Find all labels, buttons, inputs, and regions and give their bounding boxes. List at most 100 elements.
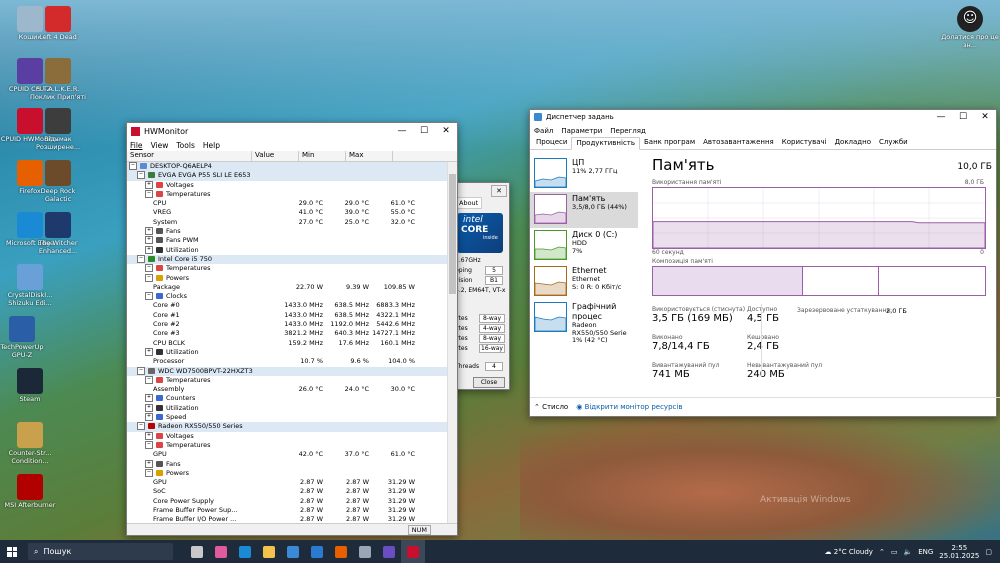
device-row[interactable]: − Intel Core i5 750 [127,254,447,265]
sensor-row[interactable]: System 27.0 °C 25.0 °C 32.0 °C [127,218,447,227]
desktop-icon-donate[interactable]: ☺ Долатися про це зн... [940,6,1000,49]
column-max[interactable]: Max [346,151,393,161]
sensor-row[interactable]: − Temperatures [127,440,447,450]
sensor-row[interactable]: + Counters [127,394,447,403]
tab[interactable]: Банк програм [640,137,699,149]
expand-toggle-icon[interactable]: − [145,440,153,449]
open-resource-monitor-link[interactable]: ◉ Відкрити монітор ресурсів [576,403,682,411]
expand-toggle-icon[interactable]: − [145,189,153,198]
sensor-row[interactable]: − Temperatures [127,264,447,273]
taskbar-app[interactable] [353,540,377,563]
maximize-button[interactable]: ☐ [413,123,435,139]
task-manager-window[interactable]: Диспетчер задань — ☐ ✕ Файл Параметри Пере… [529,109,1000,417]
taskbar-search[interactable]: ⌕ Пошук [28,543,173,560]
desktop-icon[interactable]: MSI Afterburner [0,474,60,510]
desktop-icon[interactable]: TechPowerUp GPU-Z [0,316,52,359]
close-button[interactable]: ✕ [435,123,457,139]
desktop-icon[interactable]: Counter-Str... Condition... [0,422,60,465]
expand-toggle-icon[interactable]: − [129,162,137,170]
taskmgr-titlebar[interactable]: Диспетчер задань — ☐ ✕ [530,110,996,124]
column-sensor[interactable]: Sensor [127,151,252,161]
sensor-row[interactable]: Package 22.70 W 9.39 W 109.85 W [127,283,447,292]
show-hidden-icons-button[interactable]: ⌃ [879,548,885,556]
tab[interactable]: Процеси [532,137,571,149]
volume-icon[interactable]: 🔈 [903,548,912,556]
column-min[interactable]: Min [299,151,346,161]
tab[interactable]: Докладно [831,137,875,149]
device-row[interactable]: − Radeon RX550/550 Series [127,422,447,432]
hwmonitor-window[interactable]: HWMonitor — ☐ ✕ File View Tools Help Sensor… [126,122,458,536]
sensor-row[interactable]: + Utilization [127,347,447,357]
expand-toggle-icon[interactable]: + [145,236,153,245]
menu-item[interactable]: Параметри [561,127,602,135]
sensor-row[interactable]: CPU BCLK 159.2 MHz 17.6 MHz 160.1 MHz [127,339,447,348]
expand-toggle-icon[interactable]: + [145,394,153,403]
expand-toggle-icon[interactable]: − [137,171,145,180]
tab[interactable]: Служби [875,137,912,149]
desktop-icon[interactable]: S.T.A.L.K.E.R. Поклик Прип'яті [28,58,88,101]
resource-item[interactable]: ЦП 11% 2,77 ГГц [530,156,638,192]
resource-item[interactable]: Диск 0 (C:) HDD 7% [530,228,638,264]
expand-toggle-icon[interactable]: + [145,459,153,468]
expand-toggle-icon[interactable]: − [145,468,153,477]
expand-toggle-icon[interactable]: + [145,403,153,412]
sensor-row[interactable]: Assembly 26.0 °C 24.0 °C 30.0 °C [127,385,447,394]
expand-toggle-icon[interactable]: − [145,273,153,282]
desktop-icon[interactable]: Steam [0,368,60,404]
sensor-tree[interactable]: − DESKTOP-Q6AELP4 − EVGA EVGA P55 SLI LE E… [127,162,447,524]
taskbar-app[interactable] [257,540,281,563]
cpuz-tab-about[interactable]: About [455,197,483,209]
tab[interactable]: Користувачі [778,137,831,149]
expand-toggle-icon[interactable]: − [145,264,153,273]
sensor-row[interactable]: − Powers [127,468,447,478]
expand-toggle-icon[interactable]: + [145,245,153,254]
clock[interactable]: 2:55 25.01.2025 [939,544,979,560]
sensor-row[interactable]: − Temperatures [127,189,447,199]
expand-toggle-icon[interactable]: − [137,254,145,263]
resource-item[interactable]: Ethernet Ethernet S: 0 R: 0 Кбіт/с [530,264,638,300]
minimize-button[interactable]: — [391,123,413,139]
minimize-button[interactable]: — [930,109,952,125]
sensor-row[interactable]: VREG 41.0 °C 39.0 °C 55.0 °C [127,208,447,217]
sensor-row[interactable]: + Fans [127,459,447,469]
taskbar-app[interactable] [185,540,209,563]
desktop-icon[interactable]: The Witcher Enhanced... [28,212,88,255]
expand-toggle-icon[interactable]: − [145,375,153,384]
sensor-row[interactable]: − Clocks [127,292,447,301]
sensor-row[interactable]: − Powers [127,273,447,283]
desktop-icon[interactable]: Відьмак Розширене... [28,108,88,151]
sensor-row[interactable]: Core #1 1433.0 MHz 638.5 MHz 4322.1 MHz [127,311,447,320]
sensor-row[interactable]: GPU 42.0 °C 37.0 °C 61.0 °C [127,450,447,459]
sensor-row[interactable]: CPU 29.0 °C 29.0 °C 61.0 °C [127,199,447,208]
expand-toggle-icon[interactable]: + [145,227,153,236]
taskbar-app[interactable] [401,540,425,563]
sensor-row[interactable]: + Utilization [127,245,447,255]
sensor-row[interactable]: Core Power Supply 2.87 W 2.87 W 31.29 W [127,497,447,506]
menu-item-help[interactable]: Help [203,141,220,150]
menu-item-view[interactable]: View [151,141,169,150]
sensor-row[interactable]: GPU 2.87 W 2.87 W 31.29 W [127,478,447,487]
menu-item[interactable]: Перегляд [610,127,646,135]
sensor-row[interactable]: + Fans [127,227,447,236]
sensor-row[interactable]: + Voltages [127,431,447,441]
resource-item[interactable]: Пам'ять 3,5/8,0 ГБ (44%) [530,192,638,228]
taskbar-app[interactable] [281,540,305,563]
weather-widget[interactable]: ☁ 2°C Cloudy [825,548,873,556]
vertical-scrollbar[interactable] [447,162,457,524]
sensor-row[interactable]: Frame Buffer Power Sup... 2.87 W 2.87 W … [127,506,447,515]
expand-toggle-icon[interactable]: − [137,422,145,431]
expand-toggle-icon[interactable]: + [145,180,153,189]
sensor-row[interactable]: + Voltages [127,180,447,190]
expand-toggle-icon[interactable]: + [145,431,153,440]
sensor-row[interactable]: + Utilization [127,403,447,413]
language-indicator[interactable]: ENG [918,548,933,556]
menu-item-tools[interactable]: Tools [176,141,194,150]
desktop-icon[interactable]: Left 4 Dead [28,6,88,42]
tab[interactable]: Продуктивність [571,137,640,150]
network-icon[interactable]: ▭ [891,548,898,556]
taskbar-app[interactable] [329,540,353,563]
device-row[interactable]: − WDC WD7500BPVT-22HXZT3 [127,366,447,376]
column-value[interactable]: Value [252,151,299,161]
tab[interactable]: Автозавантаження [699,137,778,149]
notifications-icon[interactable]: ▢ [985,548,992,556]
